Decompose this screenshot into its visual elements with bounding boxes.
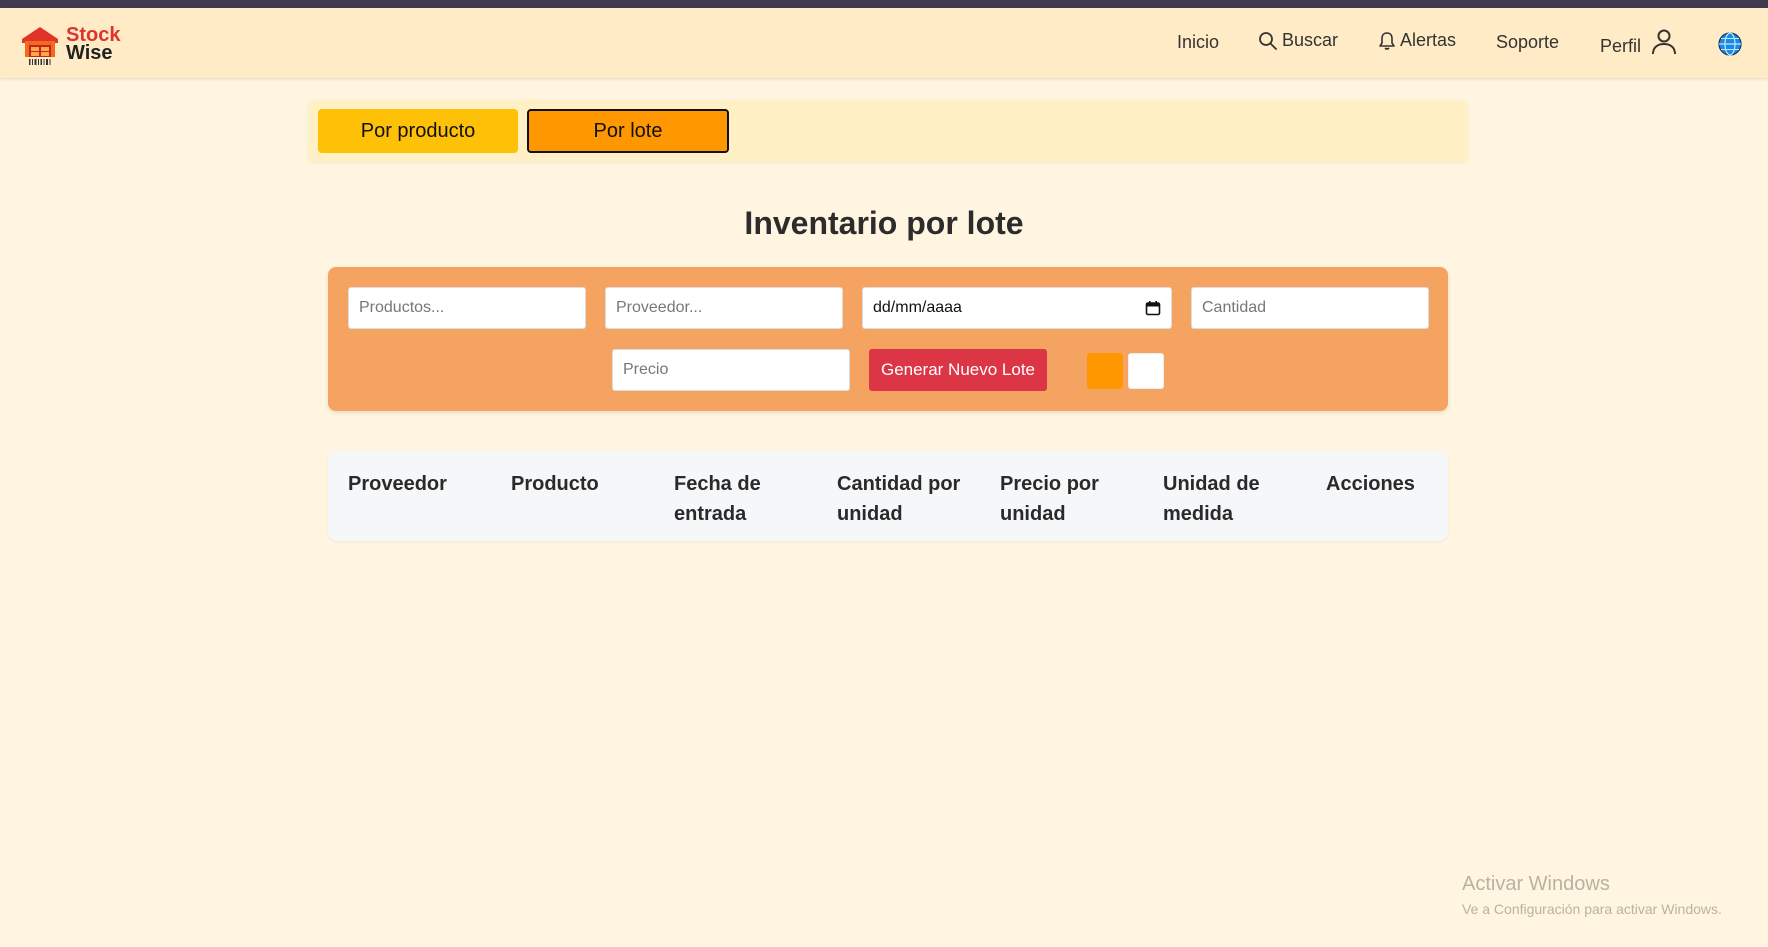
nav-inicio-label: Inicio <box>1177 32 1220 52</box>
column-header-precio-por-unidad: Precio por unidad <box>1000 473 1099 525</box>
nav-soporte-label: Soporte <box>1496 32 1560 52</box>
precio-input[interactable]: Precio <box>612 349 850 391</box>
nav-buscar-label: Buscar <box>1282 30 1339 50</box>
calendar-icon[interactable] <box>1145 300 1161 316</box>
nav-perfil[interactable]: Perfil <box>1600 26 1679 57</box>
column-header-unidad-de-medida: Unidad de medida <box>1163 473 1260 525</box>
column-header-fecha-de-entrada: Fecha de entrada <box>674 473 761 525</box>
nav-alertas-label: Alertas <box>1400 30 1457 50</box>
cantidad-input[interactable]: Cantidad <box>1191 287 1429 329</box>
fecha-input[interactable]: dd/mm/aaaa <box>862 287 1172 329</box>
fecha-placeholder: dd/mm/aaaa <box>873 299 962 316</box>
globe-icon <box>1718 32 1742 56</box>
new-lot-form: Productos... Proveedor... dd/mm/aaaa Can… <box>328 267 1448 411</box>
tab-por-producto[interactable]: Por producto <box>318 109 518 153</box>
search-icon <box>1259 31 1277 50</box>
generate-lot-button[interactable]: Generar Nuevo Lote <box>869 349 1047 391</box>
tab-por-lote[interactable]: Por lote <box>527 109 729 153</box>
watermark-line-2: Ve a Configuración para activar Windows. <box>1462 901 1722 917</box>
cantidad-placeholder: Cantidad <box>1202 299 1267 316</box>
lot-table: Proveedor Producto Fecha de entrada Cant… <box>328 451 1448 541</box>
column-header-proveedor: Proveedor <box>348 473 447 495</box>
bell-icon <box>1379 31 1395 50</box>
column-header-cantidad-por-unidad: Cantidad por unidad <box>837 473 961 525</box>
productos-placeholder: Productos... <box>359 299 445 316</box>
proveedor-placeholder: Proveedor... <box>616 299 703 316</box>
watermark-line-1: Activar Windows <box>1462 873 1610 895</box>
inventory-view-tabs: Por producto Por lote <box>308 100 1468 162</box>
proveedor-input[interactable]: Proveedor... <box>605 287 843 329</box>
logo-text: Stock Wise <box>66 25 120 64</box>
precio-placeholder: Precio <box>623 361 669 378</box>
logo[interactable]: Stock Wise <box>20 20 120 68</box>
windows-activation-watermark: Activar Windows Ve a Configuración para … <box>1462 873 1722 917</box>
color-swatch-orange[interactable] <box>1087 353 1123 389</box>
column-header-producto: Producto <box>511 473 599 495</box>
warehouse-logo-icon <box>22 27 58 65</box>
nav-buscar[interactable]: Buscar <box>1258 30 1338 51</box>
nav-soporte[interactable]: Soporte <box>1496 32 1559 53</box>
nav-inicio[interactable]: Inicio <box>1177 32 1219 53</box>
productos-input[interactable]: Productos... <box>348 287 586 329</box>
color-swatch-white[interactable] <box>1128 353 1164 389</box>
top-strip <box>0 0 1768 8</box>
nav-alertas[interactable]: Alertas <box>1378 30 1456 51</box>
page-title: Inventario por lote <box>744 205 1024 241</box>
logo-line-2: Wise <box>66 42 113 64</box>
user-icon <box>1652 29 1677 54</box>
column-header-acciones: Acciones <box>1326 473 1415 495</box>
language-button[interactable] <box>1718 32 1742 56</box>
navbar: Stock Wise Inicio Buscar Alertas Soporte… <box>0 8 1768 78</box>
nav-perfil-label: Perfil <box>1600 36 1642 56</box>
